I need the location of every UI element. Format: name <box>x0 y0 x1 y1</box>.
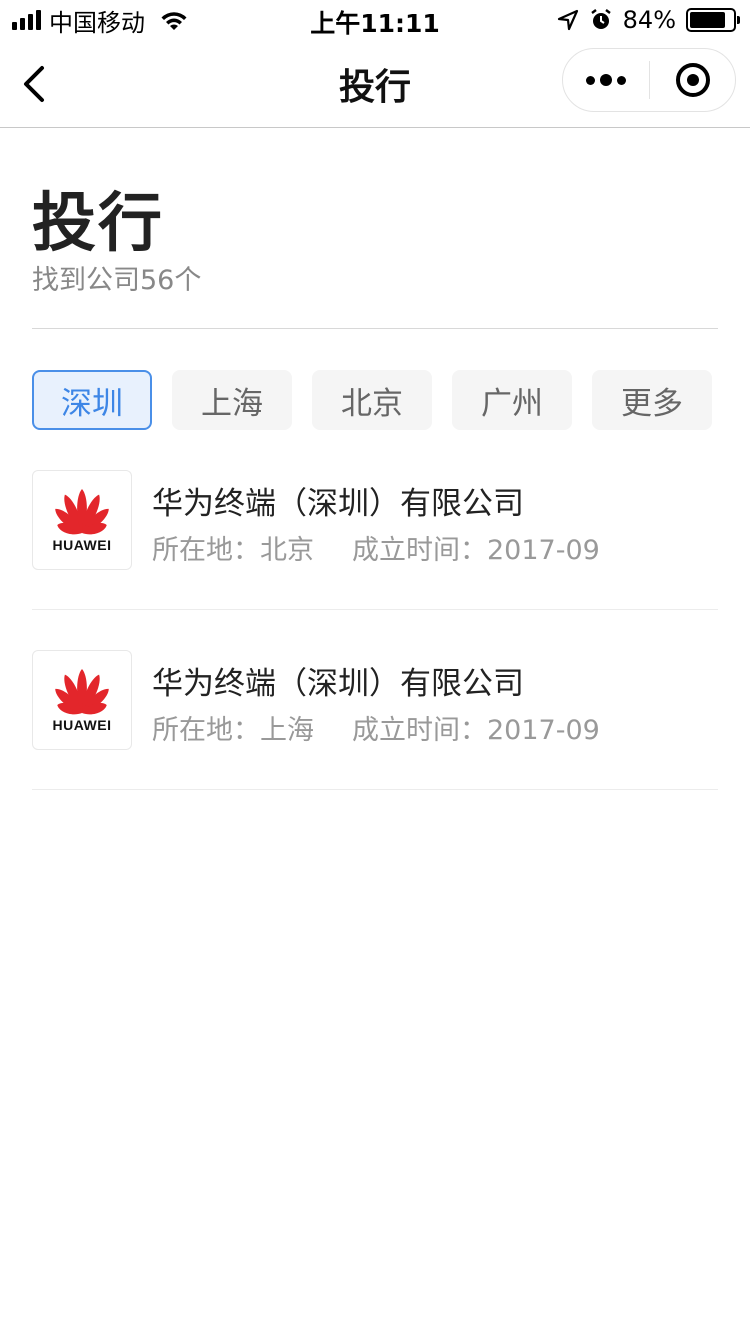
more-dot-icon <box>617 75 626 85</box>
company-name: 华为终端（深圳）有限公司 <box>152 666 524 702</box>
target-circle-icon <box>676 63 710 97</box>
nav-bar: 投行 <box>0 40 750 128</box>
filter-tab-shanghai[interactable]: 上海 <box>172 370 292 430</box>
logo-wordmark: HUAWEI <box>52 717 112 733</box>
filter-tab-guangzhou[interactable]: 广州 <box>452 370 572 430</box>
city-filter-tabs: 深圳 上海 北京 广州 更多 <box>32 370 712 430</box>
list-item[interactable]: HUAWEI 华为终端（深圳）有限公司 所在地：上海 成立时间：2017-09 <box>32 610 718 790</box>
huawei-logo-icon <box>55 669 109 715</box>
location-value: 上海 <box>260 715 314 746</box>
more-dot-icon <box>586 75 595 85</box>
status-right: 84% <box>557 6 740 34</box>
location-value: 北京 <box>260 535 314 566</box>
founded-value: 2017-09 <box>487 715 600 746</box>
location-label: 所在地： <box>152 535 260 566</box>
huawei-logo-icon <box>55 489 109 535</box>
more-dot-icon <box>600 74 612 86</box>
more-options-button[interactable] <box>563 49 649 111</box>
miniprogram-capsule <box>562 48 736 112</box>
filter-tab-shenzhen[interactable]: 深圳 <box>32 370 152 430</box>
location-label: 所在地： <box>152 715 260 746</box>
header-divider <box>32 328 718 329</box>
result-count: 找到公司56个 <box>32 265 202 296</box>
page-title: 投行 <box>32 187 164 261</box>
status-bar: 中国移动 上午11:11 84% <box>0 0 750 40</box>
location-arrow-icon <box>557 9 578 31</box>
filter-tab-beijing[interactable]: 北京 <box>312 370 432 430</box>
founded-label: 成立时间： <box>352 715 487 746</box>
company-meta: 所在地：上海 成立时间：2017-09 <box>152 708 600 747</box>
company-logo: HUAWEI <box>32 470 132 570</box>
company-meta: 所在地：北京 成立时间：2017-09 <box>152 528 600 567</box>
battery-percent: 84% <box>622 6 676 34</box>
capsule-divider <box>649 61 650 99</box>
founded-value: 2017-09 <box>487 535 600 566</box>
company-logo: HUAWEI <box>32 650 132 750</box>
alarm-icon <box>590 9 611 29</box>
battery-fill <box>690 12 726 28</box>
list-item[interactable]: HUAWEI 华为终端（深圳）有限公司 所在地：北京 成立时间：2017-09 <box>32 430 718 610</box>
battery-icon <box>686 8 740 32</box>
filter-tab-more[interactable]: 更多 <box>592 370 712 430</box>
company-list: HUAWEI 华为终端（深圳）有限公司 所在地：北京 成立时间：2017-09 H… <box>32 430 718 790</box>
logo-wordmark: HUAWEI <box>52 537 112 553</box>
company-name: 华为终端（深圳）有限公司 <box>152 486 524 522</box>
founded-label: 成立时间： <box>352 535 487 566</box>
close-miniprogram-button[interactable] <box>651 49 735 111</box>
